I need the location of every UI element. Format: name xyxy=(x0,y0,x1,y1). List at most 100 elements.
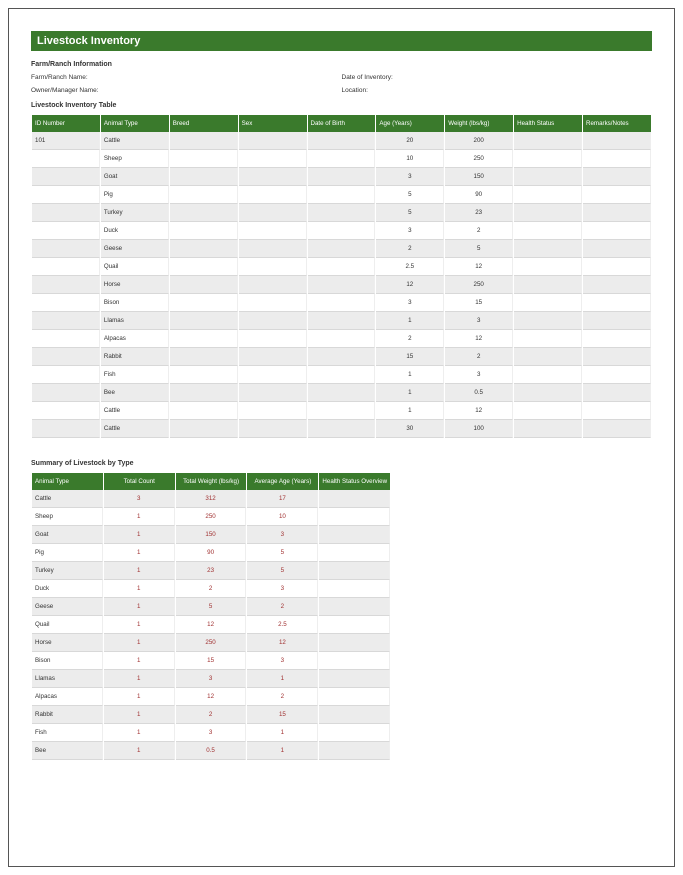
table-row: Sheep125010 xyxy=(32,508,390,526)
table-cell: Goat xyxy=(101,168,169,186)
info-row-1: Farm/Ranch Name: Date of Inventory: xyxy=(31,74,652,81)
table-cell xyxy=(319,598,390,616)
table-cell xyxy=(170,330,238,348)
table-cell: 2 xyxy=(176,706,247,724)
sum-header: Total Weight (lbs/kg) xyxy=(176,473,247,490)
table-cell: 5 xyxy=(247,544,318,562)
table-cell: 250 xyxy=(176,508,247,526)
farm-info-heading: Farm/Ranch Information xyxy=(31,61,652,68)
table-row: Duck32 xyxy=(32,222,651,240)
table-cell xyxy=(583,312,651,330)
table-cell: Horse xyxy=(101,276,169,294)
table-cell xyxy=(239,348,307,366)
table-cell xyxy=(308,294,376,312)
table-cell: Quail xyxy=(101,258,169,276)
table-cell xyxy=(319,616,390,634)
table-cell: 1 xyxy=(104,742,175,760)
table-cell: 0.5 xyxy=(445,384,513,402)
table-cell xyxy=(239,330,307,348)
table-cell xyxy=(583,402,651,420)
table-row: Fish131 xyxy=(32,724,390,742)
summary-heading: Summary of Livestock by Type xyxy=(31,460,652,467)
table-cell xyxy=(308,402,376,420)
table-row: Geese25 xyxy=(32,240,651,258)
table-cell: 150 xyxy=(176,526,247,544)
table-cell xyxy=(170,240,238,258)
table-cell: 15 xyxy=(376,348,444,366)
table-row: Pig590 xyxy=(32,186,651,204)
table-cell: 1 xyxy=(104,580,175,598)
table-cell xyxy=(514,132,582,150)
table-cell xyxy=(32,222,100,240)
table-cell: 1 xyxy=(104,706,175,724)
table-cell: 15 xyxy=(247,706,318,724)
table-cell xyxy=(319,652,390,670)
table-cell xyxy=(239,240,307,258)
table-cell xyxy=(514,204,582,222)
table-row: Duck123 xyxy=(32,580,390,598)
table-cell xyxy=(32,420,100,438)
table-cell xyxy=(583,222,651,240)
table-cell xyxy=(308,132,376,150)
table-cell xyxy=(239,384,307,402)
table-cell: 1 xyxy=(104,670,175,688)
table-cell xyxy=(32,348,100,366)
table-cell: 200 xyxy=(445,132,513,150)
table-cell xyxy=(239,150,307,168)
table-cell: Fish xyxy=(101,366,169,384)
table-cell: 1 xyxy=(104,616,175,634)
table-cell xyxy=(32,276,100,294)
table-cell xyxy=(514,384,582,402)
table-cell: Bee xyxy=(101,384,169,402)
table-cell: 5 xyxy=(247,562,318,580)
table-cell xyxy=(170,222,238,240)
table-cell xyxy=(514,276,582,294)
table-cell xyxy=(170,186,238,204)
sum-header: Average Age (Years) xyxy=(247,473,318,490)
table-cell xyxy=(514,366,582,384)
table-cell xyxy=(32,150,100,168)
table-cell: 1 xyxy=(247,724,318,742)
table-cell xyxy=(239,402,307,420)
table-cell: 2 xyxy=(445,222,513,240)
table-cell: Bee xyxy=(32,742,103,760)
table-cell xyxy=(583,150,651,168)
table-cell xyxy=(308,348,376,366)
table-cell xyxy=(514,294,582,312)
table-cell xyxy=(583,132,651,150)
table-cell: Horse xyxy=(32,634,103,652)
table-cell: Cattle xyxy=(32,490,103,508)
table-cell: 3 xyxy=(376,222,444,240)
table-cell: 12 xyxy=(445,330,513,348)
table-cell: 3 xyxy=(247,652,318,670)
table-cell xyxy=(514,402,582,420)
owner-label: Owner/Manager Name: xyxy=(31,87,342,94)
sum-header: Health Status Overview xyxy=(319,473,390,490)
table-cell: 5 xyxy=(445,240,513,258)
date-label: Date of Inventory: xyxy=(342,74,653,81)
table-cell: 5 xyxy=(376,204,444,222)
table-cell xyxy=(514,258,582,276)
table-cell xyxy=(583,168,651,186)
table-cell xyxy=(319,742,390,760)
table-cell xyxy=(32,240,100,258)
farm-name-label: Farm/Ranch Name: xyxy=(31,74,342,81)
table-cell xyxy=(308,240,376,258)
table-cell xyxy=(514,330,582,348)
table-cell: 5 xyxy=(176,598,247,616)
table-row: Alpacas212 xyxy=(32,330,651,348)
table-cell: 12 xyxy=(445,258,513,276)
table-cell: 1 xyxy=(376,312,444,330)
inv-header: Age (Years) xyxy=(376,115,444,132)
table-cell: Quail xyxy=(32,616,103,634)
table-cell: 3 xyxy=(445,366,513,384)
table-cell: Duck xyxy=(32,580,103,598)
table-cell: 101 xyxy=(32,132,100,150)
table-cell: Turkey xyxy=(101,204,169,222)
table-cell: 23 xyxy=(445,204,513,222)
table-row: Quail2.512 xyxy=(32,258,651,276)
table-cell: Pig xyxy=(101,186,169,204)
table-cell: 250 xyxy=(445,276,513,294)
inv-header: ID Number xyxy=(32,115,100,132)
table-cell xyxy=(170,132,238,150)
